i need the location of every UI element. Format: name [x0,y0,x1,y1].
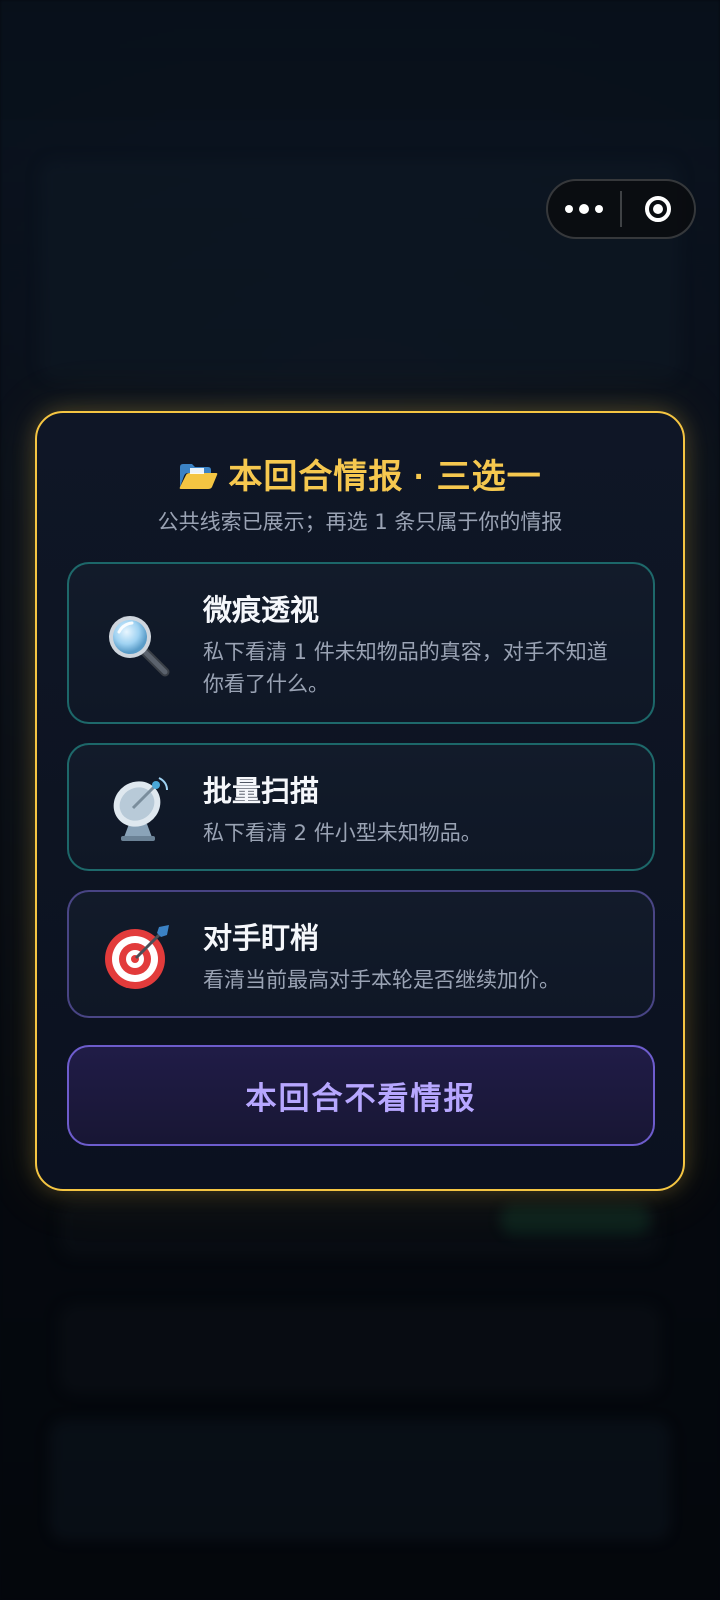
skip-intel-button[interactable]: 本回合不看情报 [67,1045,655,1146]
satellite-dish-icon [113,777,168,841]
option-micro-trace[interactable]: 微痕透视 私下看清 1 件未知物品的真容，对手不知道你看了什么。 [67,562,655,724]
background-top-bar [0,0,720,120]
option-batch-scan[interactable]: 批量扫描 私下看清 2 件小型未知物品。 [67,743,655,871]
option-description: 看清当前最高对手本轮是否继续加价。 [203,968,560,992]
intel-choice-modal: 本回合情报 · 三选一 公共线索已展示；再选 1 条只属于你的情报 微痕透视 私… [35,411,685,1191]
modal-title: 本回合情报 · 三选一 [228,458,542,496]
option-title: 微痕透视 [203,595,320,627]
option-description: 私下看清 1 件未知物品的真容，对手不知道你看了什么。 [203,640,608,696]
more-dots-icon [565,205,574,213]
option-title: 批量扫描 [203,776,320,808]
close-button[interactable] [622,181,694,237]
option-description: 私下看清 2 件小型未知物品。 [203,821,482,845]
miniprogram-capsule [546,179,696,239]
option-opponent-watch[interactable]: 对手盯梢 看清当前最高对手本轮是否继续加价。 [67,890,655,1018]
more-button[interactable] [548,181,620,237]
close-circle-icon [645,196,671,222]
more-dot [579,204,590,214]
background-panel [500,1205,650,1235]
modal-subtitle: 公共线索已展示；再选 1 条只属于你的情报 [157,510,563,534]
option-title: 对手盯梢 [203,923,320,955]
close-circle-center [653,204,663,214]
more-dot [595,205,604,213]
background-panel [60,1305,660,1393]
modal-title-row: 本回合情报 · 三选一 [37,457,683,498]
target-dart-icon [105,925,169,989]
background-panel [50,1420,670,1540]
open-folder-icon [180,464,218,489]
magnifying-glass-icon [109,616,170,677]
